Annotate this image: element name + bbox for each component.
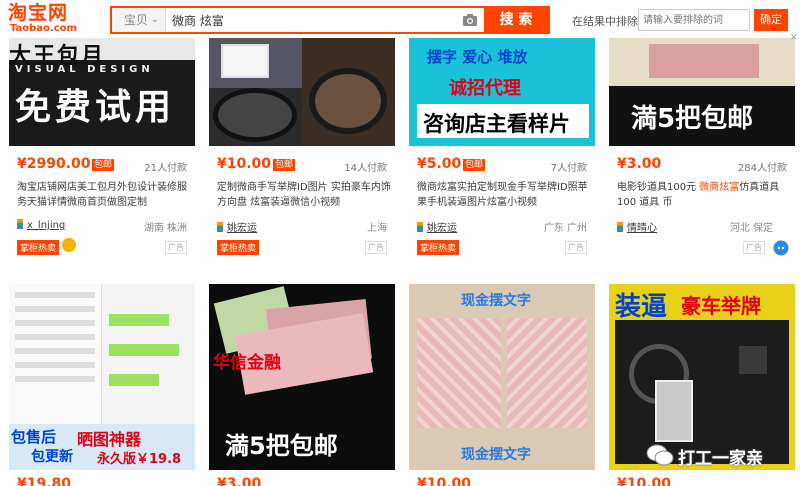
- ad-label: 广告: [743, 241, 765, 254]
- item-price: ¥3.00: [617, 156, 662, 172]
- paid-count: 14人付款: [344, 163, 387, 174]
- product-image[interactable]: 摆字 爱心 堆放 诚招代理 咨询店主看样片: [409, 38, 595, 146]
- ad-label: 广告: [365, 241, 387, 254]
- image-line-1: 包售后: [11, 428, 57, 446]
- image-caption: VISUAL DESIGN: [15, 64, 154, 75]
- shop-name: 姚宏运: [427, 223, 457, 234]
- logo-sub-text: Taobao.com: [10, 23, 77, 34]
- image-line-2: 晒图神器: [77, 430, 142, 449]
- shop-location: 广东 广州: [543, 223, 587, 234]
- exclude-input[interactable]: [638, 9, 750, 31]
- shop-name: 情晴心: [627, 223, 657, 234]
- product-card[interactable]: 华信金融 満5把包邮 ¥3.00: [209, 284, 395, 486]
- wechat-logo-icon: [646, 444, 674, 466]
- image-line-2: 现金摆文字: [461, 447, 531, 463]
- image-line-1: 装逼: [615, 292, 668, 322]
- image-line-2: 満5把包邮: [225, 432, 338, 460]
- search-header: 淘宝网 Taobao.com 宝贝 ⌄ 搜 索 在结果中排除 确定 ✕: [0, 0, 800, 43]
- paid-count: 21人付款: [144, 163, 187, 174]
- paid-count: 284人付款: [737, 163, 787, 174]
- exclude-label: 在结果中排除: [572, 15, 638, 28]
- shop-location: 湖南 株洲: [143, 223, 187, 234]
- image-line-3: 咨询店主看样片: [423, 112, 570, 136]
- item-price: ¥10.00: [417, 476, 472, 486]
- image-slogan: 免费试用: [15, 87, 176, 128]
- product-image[interactable]: 包售后 晒图神器 包更新 永久版￥19.8: [9, 284, 195, 470]
- camera-icon[interactable]: [462, 12, 478, 28]
- image-line-1: 华信金融: [213, 353, 281, 373]
- item-price: ¥10.00: [217, 156, 272, 172]
- item-price: ¥3.00: [217, 476, 262, 486]
- wechat-icon[interactable]: [773, 240, 789, 256]
- search-input[interactable]: [172, 10, 462, 30]
- confirm-button[interactable]: 确定: [754, 9, 788, 31]
- search-button[interactable]: 搜 索: [484, 8, 548, 32]
- image-line-4: 永久版￥19.8: [97, 452, 182, 467]
- shop-location: 上海: [367, 223, 387, 234]
- item-price: ¥19.80: [17, 476, 72, 486]
- logo-main-text: 淘宝网: [8, 2, 69, 24]
- image-line-3: 包更新: [31, 449, 73, 465]
- product-image[interactable]: 华信金融 満5把包邮: [209, 284, 395, 470]
- image-line-1: 摆字 爱心 堆放: [427, 48, 528, 66]
- product-card[interactable]: 満5把包邮 ¥3.00 284人付款 电影钞道具100元 微商炫富仿真道具100…: [609, 38, 795, 258]
- product-card[interactable]: 摆字 爱心 堆放 诚招代理 咨询店主看样片 ¥5.00 包邮 7人付款 微商炫富…: [409, 38, 595, 258]
- product-image[interactable]: 満5把包邮: [609, 38, 795, 146]
- product-image[interactable]: 现金摆文字 现金摆文字: [409, 284, 595, 470]
- image-line-1: 现金摆文字: [461, 293, 531, 309]
- taobao-logo[interactable]: 淘宝网 Taobao.com: [8, 3, 94, 35]
- product-card[interactable]: 包售后 晒图神器 包更新 永久版￥19.8 ¥19.80: [9, 284, 195, 486]
- item-title[interactable]: 微商炫富实拍定制现金手写举牌ID照苹果手机装逼图片炫富小视频: [417, 180, 593, 210]
- free-shipping-badge: 包邮: [92, 159, 115, 171]
- product-card[interactable]: ¥10.00 包邮 14人付款 定制微商手写举牌ID图片 实拍豪车内饰方向盘 炫…: [209, 38, 395, 258]
- gold-medal-icon: [62, 238, 76, 252]
- item-title[interactable]: 淘宝店铺网店美工包月外包设计装修服务天猫详情微商首页做图定制: [17, 180, 193, 210]
- search-scope-label: 宝贝: [124, 13, 149, 27]
- item-title[interactable]: 定制微商手写举牌ID图片 实拍豪车内饰方向盘 炫富装逼微信小视频: [217, 180, 393, 210]
- item-price: ¥10.00: [617, 476, 672, 486]
- hot-sale-tag: 掌柜热卖: [17, 240, 60, 255]
- shop-name: 姚宏运: [227, 223, 257, 234]
- shop-location: 河北 保定: [729, 223, 773, 234]
- shop-link[interactable]: 姚宏运: [217, 219, 257, 234]
- hot-sale-tag: 掌柜热卖: [217, 240, 260, 255]
- product-card[interactable]: 现金摆文字 现金摆文字 ¥10.00: [409, 284, 595, 486]
- product-image[interactable]: 大王包月 VISUAL DESIGN 免费试用: [9, 38, 195, 146]
- title-part: 电影钞道具100元: [617, 182, 700, 193]
- shop-icon: [17, 219, 23, 229]
- item-title[interactable]: 电影钞道具100元 微商炫富仿真道具100 道具 币: [617, 180, 793, 210]
- item-price: ¥2990.00: [17, 156, 91, 172]
- shop-link[interactable]: 情晴心: [617, 219, 657, 234]
- shop-link[interactable]: 姚宏运: [417, 219, 457, 234]
- hot-sale-tag: 掌柜热卖: [417, 240, 460, 255]
- item-price: ¥5.00: [417, 156, 462, 172]
- taobao-search-results: 淘宝网 Taobao.com 宝贝 ⌄ 搜 索 在结果中排除 确定 ✕: [0, 0, 800, 486]
- free-shipping-badge: 包邮: [273, 159, 296, 171]
- shop-icon: [417, 222, 423, 232]
- shop-icon: [617, 222, 623, 232]
- watermark-text: 打工一家亲: [678, 449, 763, 469]
- wechat-watermark: 打工一家亲: [640, 440, 800, 470]
- product-image[interactable]: [209, 38, 395, 146]
- paid-count: 7人付款: [550, 163, 587, 174]
- free-shipping-badge: 包邮: [463, 159, 486, 171]
- search-scope-select[interactable]: 宝贝 ⌄: [112, 8, 166, 32]
- shop-icon: [217, 222, 223, 232]
- product-card[interactable]: 大王包月 VISUAL DESIGN 免费试用 ¥2990.00 包邮 21人付…: [9, 38, 195, 258]
- ad-label: 广告: [165, 241, 187, 254]
- search-box: 宝贝 ⌄ 搜 索: [110, 6, 550, 34]
- close-icon[interactable]: ✕: [790, 33, 800, 43]
- shop-name: x_lnjing: [27, 220, 66, 231]
- image-slogan: 満5把包邮: [631, 104, 754, 134]
- ad-label: 广告: [565, 241, 587, 254]
- chevron-down-icon: ⌄: [150, 14, 159, 25]
- title-highlight: 微商炫富: [699, 182, 740, 193]
- image-line-2: 诚招代理: [449, 78, 521, 99]
- image-line-2: 豪车举牌: [681, 294, 761, 318]
- shop-link[interactable]: x_lnjing: [17, 219, 65, 231]
